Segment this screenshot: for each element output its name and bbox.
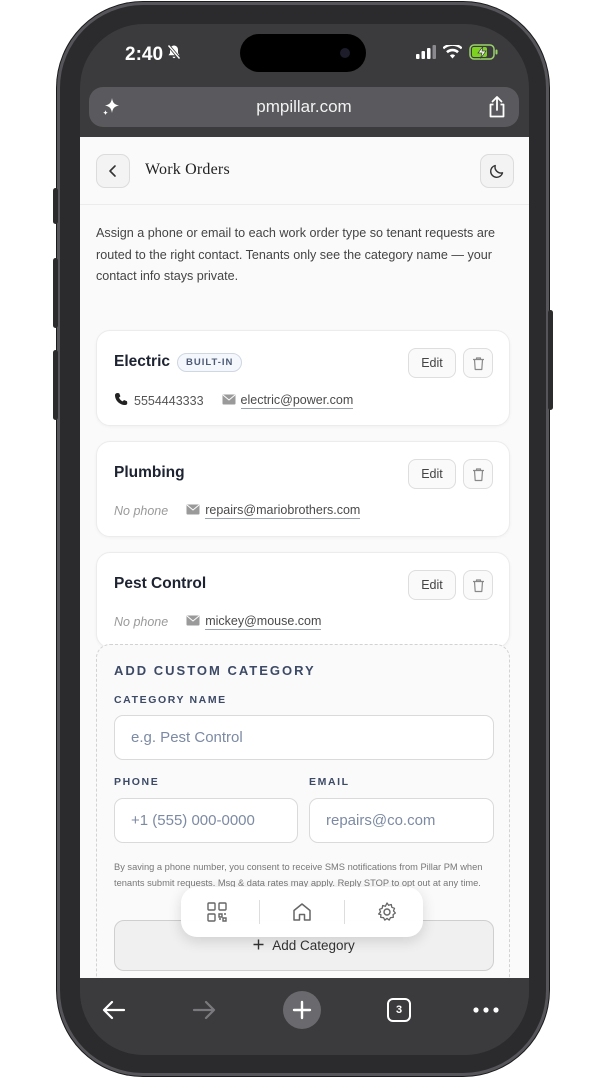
theme-toggle-button[interactable] bbox=[480, 154, 514, 188]
phone-icon bbox=[114, 392, 129, 410]
category-card: Electric BUILT-IN Edit 5554443333 electr… bbox=[96, 330, 510, 426]
wifi-icon bbox=[442, 43, 463, 64]
url-text[interactable]: pmpillar.com bbox=[256, 97, 351, 117]
category-card: Plumbing Edit No phone repairs@mariobrot… bbox=[96, 441, 510, 537]
delete-button[interactable] bbox=[463, 348, 493, 378]
mail-icon bbox=[186, 615, 200, 629]
browser-toolbar: 3 bbox=[80, 978, 529, 1055]
delete-button[interactable] bbox=[463, 459, 493, 489]
status-time-text: 2:40 bbox=[125, 44, 164, 65]
intro-text: Assign a phone or email to each work ord… bbox=[96, 226, 496, 283]
category-name: Electric bbox=[114, 353, 171, 370]
back-arrow-icon[interactable] bbox=[92, 988, 136, 1032]
more-icon[interactable] bbox=[464, 988, 508, 1032]
page-title: Work Orders bbox=[145, 161, 230, 178]
phone-screen: 2:40 pmpillar.com Work Orders Assign a p… bbox=[80, 24, 529, 1055]
nav-divider bbox=[259, 900, 260, 924]
delete-button[interactable] bbox=[463, 570, 493, 600]
camera-icon bbox=[340, 48, 350, 58]
phone-value: No phone bbox=[114, 504, 169, 518]
tab-count: 3 bbox=[387, 998, 411, 1022]
mail-icon bbox=[222, 394, 236, 408]
silent-bell-icon bbox=[167, 44, 181, 66]
email-input[interactable]: repairs@co.com bbox=[309, 798, 494, 843]
nav-divider bbox=[344, 900, 345, 924]
dynamic-island bbox=[240, 34, 366, 72]
status-icons bbox=[416, 43, 499, 65]
phone-input[interactable]: +1 (555) 000-0000 bbox=[114, 798, 298, 843]
moon-icon bbox=[489, 164, 504, 179]
email-label: EMAIL bbox=[309, 776, 350, 788]
edit-button[interactable]: Edit bbox=[408, 570, 456, 600]
mail-icon bbox=[186, 504, 200, 518]
trash-icon bbox=[472, 467, 484, 481]
phone-value: 5554443333 bbox=[134, 394, 204, 408]
signal-icon bbox=[416, 45, 436, 64]
edit-button[interactable]: Edit bbox=[408, 459, 456, 489]
share-icon[interactable] bbox=[487, 95, 507, 124]
trash-icon bbox=[472, 356, 484, 370]
volume-down-button bbox=[53, 350, 58, 420]
contact-row: No phone mickey@mouse.com bbox=[114, 614, 322, 630]
battery-charging-icon bbox=[469, 44, 499, 65]
gear-icon[interactable] bbox=[357, 892, 417, 932]
qr-code-icon[interactable] bbox=[187, 892, 247, 932]
home-icon[interactable] bbox=[272, 892, 332, 932]
plus-icon bbox=[253, 938, 264, 953]
floating-nav bbox=[181, 887, 423, 937]
contact-row: 5554443333 electric@power.com bbox=[114, 392, 354, 410]
category-name-label: CATEGORY NAME bbox=[114, 694, 227, 706]
contact-row: No phone repairs@mariobrothers.com bbox=[114, 503, 361, 519]
form-heading: ADD CUSTOM CATEGORY bbox=[114, 663, 316, 678]
volume-up-button bbox=[53, 258, 58, 328]
edit-button[interactable]: Edit bbox=[408, 348, 456, 378]
back-button[interactable] bbox=[96, 154, 130, 188]
forward-arrow-icon[interactable] bbox=[182, 988, 226, 1032]
web-content: Work Orders Assign a phone or email to e… bbox=[80, 137, 529, 978]
built-in-badge: BUILT-IN bbox=[177, 353, 243, 372]
action-button bbox=[53, 188, 58, 224]
tabs-button[interactable]: 3 bbox=[377, 988, 421, 1032]
category-name-input[interactable]: e.g. Pest Control bbox=[114, 715, 494, 760]
email-link[interactable]: mickey@mouse.com bbox=[205, 614, 322, 630]
phone-value: No phone bbox=[114, 615, 169, 629]
address-bar[interactable]: pmpillar.com bbox=[89, 87, 519, 127]
email-link[interactable]: repairs@mariobrothers.com bbox=[205, 503, 361, 519]
plus-icon bbox=[283, 991, 321, 1029]
chevron-left-icon bbox=[109, 165, 116, 177]
email-link[interactable]: electric@power.com bbox=[240, 393, 354, 409]
trash-icon bbox=[472, 578, 484, 592]
add-category-label: Add Category bbox=[272, 938, 355, 953]
sparkle-icon[interactable] bbox=[101, 96, 123, 123]
phone-label: PHONE bbox=[114, 776, 160, 788]
status-bar: 2:40 bbox=[80, 24, 529, 88]
power-button bbox=[548, 310, 553, 410]
app-header: Work Orders bbox=[80, 137, 529, 205]
category-name: Plumbing bbox=[114, 464, 185, 481]
new-tab-button[interactable] bbox=[280, 988, 324, 1032]
category-name: Pest Control bbox=[114, 575, 207, 592]
category-card: Pest Control Edit No phone mickey@mouse.… bbox=[96, 552, 510, 648]
status-time: 2:40 bbox=[125, 44, 181, 66]
